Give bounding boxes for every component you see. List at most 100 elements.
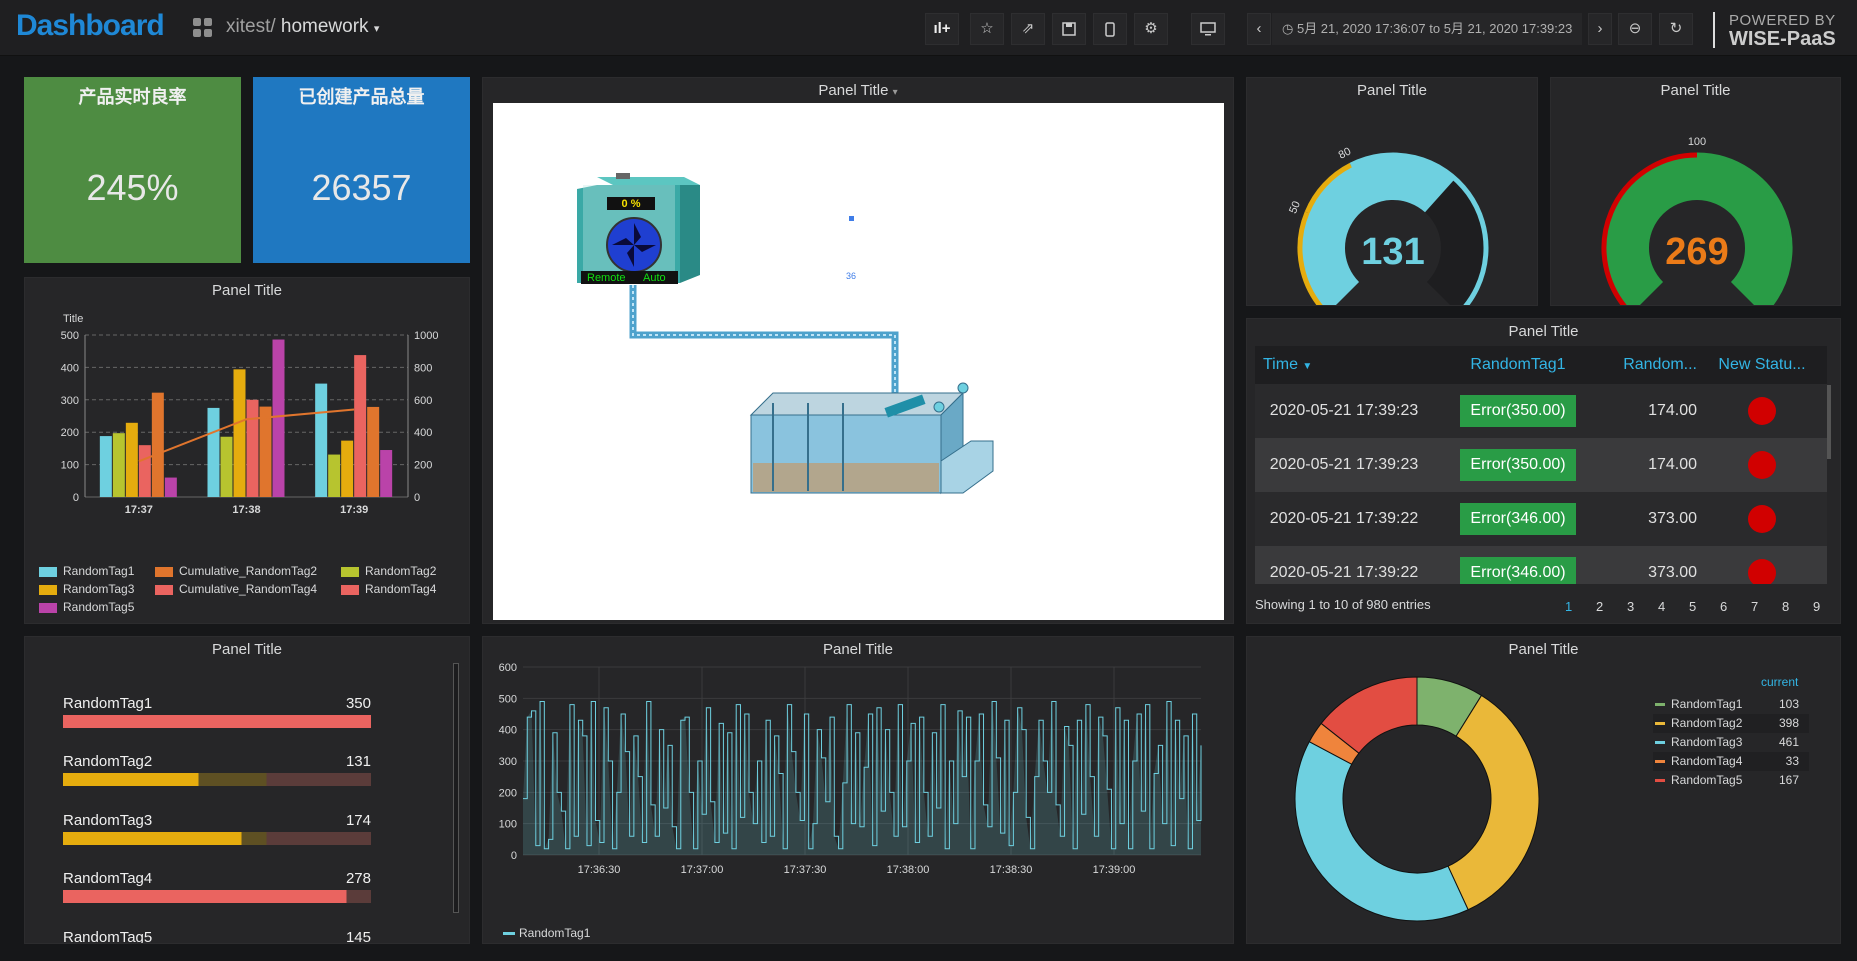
water-pipe-flow [632, 285, 896, 403]
refresh-button[interactable]: ↻ [1659, 13, 1693, 45]
legend-swatch [1655, 741, 1665, 745]
time-range-label: 5月 21, 2020 17:36:07 to 5月 21, 2020 17:3… [1296, 21, 1573, 36]
pie-legend-item[interactable]: RandomTag5 167 [1653, 771, 1809, 790]
pie-chart-panel: Panel Title current RandomTag1 103 RandomT… [1246, 636, 1841, 944]
star-button[interactable]: ☆ [970, 13, 1004, 45]
status-dot [1748, 505, 1776, 533]
panel-title[interactable]: Panel Title [1247, 323, 1840, 340]
tank-valve[interactable] [957, 382, 969, 394]
cell-indicator [1697, 546, 1827, 584]
share-icon: ⇗ [1021, 20, 1035, 37]
page-link[interactable]: 2 [1596, 599, 1603, 614]
legend-value: 33 [1785, 754, 1799, 768]
stat-title: 产品实时良率 [78, 87, 187, 107]
y2-tick-label: 600 [414, 395, 432, 407]
col-header-random[interactable]: Random... [1603, 346, 1697, 384]
line-chart-legend[interactable]: RandomTag1 [503, 926, 590, 940]
stat-title: 已创建产品总量 [298, 87, 425, 107]
page-link[interactable]: 7 [1751, 599, 1758, 614]
y2-tick-label: 200 [414, 460, 432, 472]
legend-swatch [155, 566, 173, 577]
percent-text: 0 % [622, 198, 641, 210]
cell-status: Error(350.00) [1433, 384, 1603, 438]
dashboard-brand[interactable]: Dashboard [16, 9, 165, 43]
page-link[interactable]: 1 [1565, 599, 1572, 614]
legend-item[interactable]: Cumulative_RandomTag4 [155, 582, 317, 596]
error-badge: Error(346.00) [1460, 503, 1576, 535]
page-link[interactable]: 3 [1627, 599, 1634, 614]
bar [246, 399, 259, 497]
table-scrollbar[interactable] [1827, 385, 1831, 459]
tank-valve[interactable] [933, 401, 945, 413]
panel-title[interactable]: Panel Title [1247, 82, 1537, 99]
bar-gauge-scrollbar[interactable] [453, 663, 459, 913]
time-range-picker[interactable]: ◷ 5月 21, 2020 17:36:07 to 5月 21, 2020 17… [1272, 13, 1582, 45]
legend-item[interactable]: RandomTag2 [341, 564, 436, 578]
x-tick-label: 17:39:00 [1093, 864, 1136, 876]
panel-title[interactable]: Panel Title [25, 641, 469, 658]
bar [367, 406, 380, 497]
cell-status: Error(346.00) [1433, 492, 1603, 546]
panel-title[interactable]: Panel Title ▾ [483, 82, 1233, 99]
legend-label: Cumulative_RandomTag2 [179, 564, 318, 578]
time-back-button[interactable]: ‹ [1247, 13, 1271, 45]
panel-title-text: Panel Title [818, 82, 889, 99]
stat-panel-yield[interactable]: 产品实时良率 245% [24, 77, 241, 263]
panel-title[interactable]: Panel Title [483, 641, 1233, 658]
tv-mode-button[interactable] [1191, 13, 1225, 45]
table-scroll-area[interactable]: Time ▼ RandomTag1 Random... New Statu...… [1255, 346, 1828, 584]
legend-swatch [155, 584, 173, 595]
legend-item[interactable]: RandomTag3 [39, 582, 134, 596]
col-header-time[interactable]: Time ▼ [1255, 346, 1433, 384]
mobile-view-button[interactable] [1093, 13, 1127, 45]
page-link[interactable]: 6 [1720, 599, 1727, 614]
share-button[interactable]: ⇗ [1011, 13, 1045, 45]
legend-value: 461 [1778, 735, 1799, 749]
bar [138, 445, 151, 497]
error-badge: Error(346.00) [1460, 557, 1576, 584]
legend-item[interactable]: RandomTag5 [39, 600, 134, 614]
panel-title[interactable]: Panel Title [1551, 82, 1840, 99]
x-tick-label: 17:37:30 [784, 864, 827, 876]
zoom-out-icon: ⊖ [1628, 20, 1642, 37]
legend-item[interactable]: Cumulative_RandomTag2 [155, 564, 317, 578]
time-forward-button[interactable]: › [1588, 13, 1612, 45]
page-link[interactable]: 5 [1689, 599, 1696, 614]
panel-title[interactable]: Panel Title [25, 282, 469, 299]
bar [233, 369, 246, 497]
error-badge: Error(350.00) [1460, 449, 1576, 481]
folder-name: xitest/ [226, 16, 276, 37]
pie-legend-item[interactable]: RandomTag1 103 [1653, 695, 1809, 714]
stat-panel-total[interactable]: 已创建产品总量 26357 [253, 77, 470, 263]
marker-square [849, 216, 854, 221]
save-icon [1062, 22, 1076, 36]
col-header-new-status[interactable]: New Statu... [1697, 346, 1827, 384]
legend-item[interactable]: RandomTag4 [341, 582, 436, 596]
panel-title[interactable]: Panel Title [1247, 641, 1840, 658]
page-link[interactable]: 9 [1813, 599, 1820, 614]
settings-button[interactable]: ⚙ [1134, 13, 1168, 45]
dashboard-picker[interactable]: xitest/ homework ▾ [226, 16, 379, 38]
table-header-row: Time ▼ RandomTag1 Random... New Statu... [1255, 346, 1827, 384]
dashboard-grid-icon[interactable] [193, 18, 213, 38]
pie-legend-item[interactable]: RandomTag2 398 [1653, 714, 1809, 733]
data-table: Time ▼ RandomTag1 Random... New Statu...… [1255, 346, 1827, 584]
save-button[interactable] [1052, 13, 1086, 45]
y-tick-label: 400 [61, 362, 79, 374]
gauge-value: 269 [1665, 231, 1728, 273]
legend-item[interactable]: RandomTag1 [39, 564, 134, 578]
col-header-randomtag1[interactable]: RandomTag1 [1433, 346, 1603, 384]
pie-legend-item[interactable]: RandomTag4 33 [1653, 752, 1809, 771]
add-panel-button[interactable]: ıl+ [925, 13, 959, 45]
page-link[interactable]: 8 [1782, 599, 1789, 614]
legend-swatch [341, 566, 359, 577]
cell-time: 2020-05-21 17:39:23 [1255, 438, 1433, 492]
bar [220, 436, 233, 497]
gauge-2: 0100200269 [1601, 136, 1793, 305]
y-tick-label: 0 [73, 492, 79, 504]
gauge-1: 05080200131 [1287, 145, 1489, 305]
legend-label: RandomTag1 [519, 926, 591, 940]
page-link[interactable]: 4 [1658, 599, 1665, 614]
zoom-out-button[interactable]: ⊖ [1618, 13, 1652, 45]
pie-legend-item[interactable]: RandomTag3 461 [1653, 733, 1809, 752]
